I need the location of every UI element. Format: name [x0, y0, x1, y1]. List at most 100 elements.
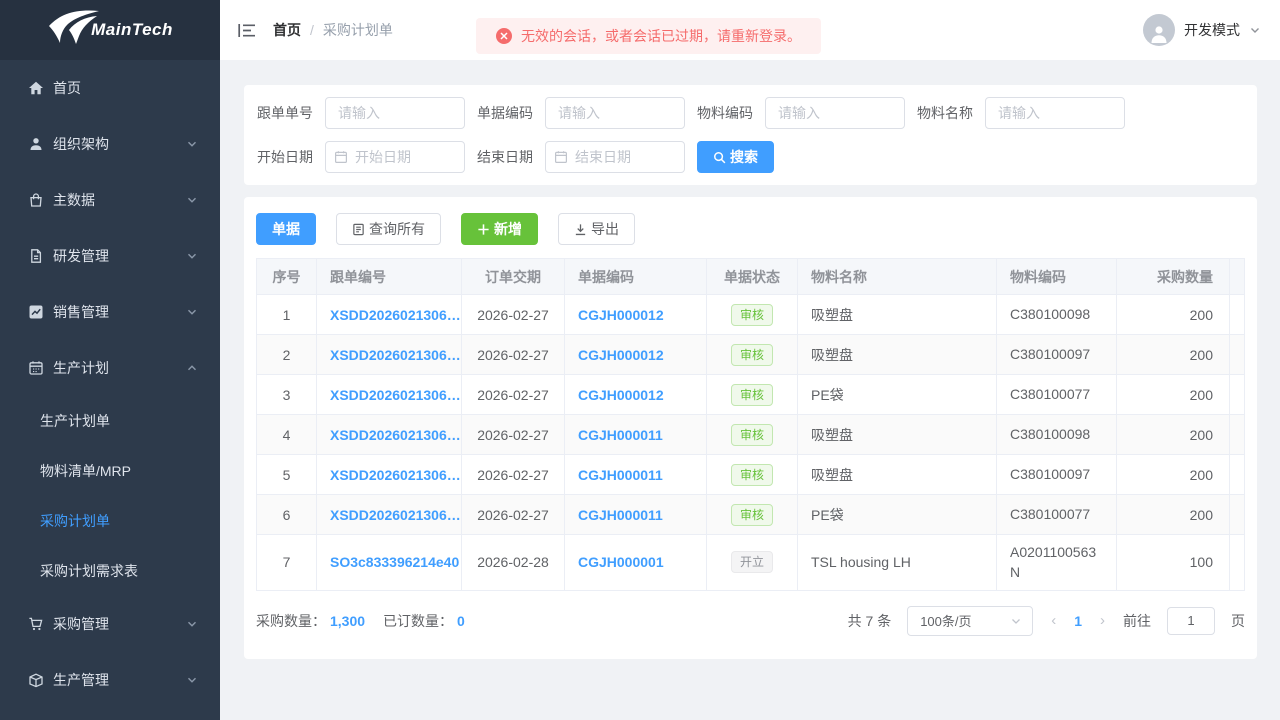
page-size-value: 100条/页 — [920, 611, 1010, 630]
doc-link[interactable]: CGJH000012 — [578, 347, 664, 363]
breadcrumb-separator: / — [310, 22, 314, 38]
sidebar-item-label: 销售管理 — [53, 302, 109, 322]
filter-label: 物料编码 — [697, 103, 753, 123]
text-input-2[interactable] — [765, 97, 905, 129]
tracking-link[interactable]: SO3c833396214e40 — [330, 554, 459, 570]
text-input-0[interactable] — [325, 97, 465, 129]
chevron-down-icon — [186, 306, 198, 318]
page-size-select[interactable]: 100条/页 — [907, 606, 1033, 636]
sidebar-item-label: 主数据 — [53, 190, 95, 210]
user-menu[interactable]: 开发模式 — [1143, 14, 1261, 46]
cell-tracking: SO3c833396214e40 — [317, 535, 462, 591]
cell-doc: CGJH000011 — [565, 495, 707, 535]
sidebar-item-4[interactable]: 销售管理 — [0, 284, 220, 340]
cell-index: 6 — [257, 495, 317, 535]
status-badge: 审核 — [731, 504, 773, 526]
tracking-link[interactable]: XSDD2026021306… — [330, 307, 461, 323]
sidebar-nav: 首页组织架构主数据研发管理销售管理生产计划生产计划单物料清单/MRP采购计划单采… — [0, 60, 220, 708]
tracking-link[interactable]: XSDD2026021306… — [330, 427, 461, 443]
bill-button-label: 单据 — [272, 219, 300, 239]
cell-qty: 200 — [1117, 295, 1230, 335]
date-placeholder: 结束日期 — [575, 147, 631, 167]
tracking-link[interactable]: XSDD2026021306… — [330, 347, 461, 363]
sidebar-subitem-5-3[interactable]: 采购计划需求表 — [0, 546, 220, 596]
date-input-5[interactable]: 结束日期 — [545, 141, 685, 173]
cart-icon — [28, 616, 44, 632]
chevron-up-icon — [186, 362, 198, 374]
doc-link[interactable]: CGJH000012 — [578, 387, 664, 403]
cell-qty: 200 — [1117, 335, 1230, 375]
status-badge: 开立 — [731, 551, 773, 573]
tracking-link[interactable]: XSDD2026021306… — [330, 387, 461, 403]
doc-link[interactable]: CGJH000011 — [578, 507, 663, 523]
sidebar-subitem-5-2[interactable]: 采购计划单 — [0, 496, 220, 546]
cell-code: A0201100563N — [997, 535, 1117, 591]
sidebar-subitem-5-1[interactable]: 物料清单/MRP — [0, 446, 220, 496]
cell-code: C380100077 — [997, 375, 1117, 415]
cell-index: 1 — [257, 295, 317, 335]
doc-link[interactable]: CGJH000011 — [578, 427, 663, 443]
goto-page-input[interactable] — [1167, 607, 1215, 635]
prev-page-button[interactable]: ‹ — [1049, 612, 1058, 629]
status-badge: 审核 — [731, 424, 773, 446]
sidebar-item-7[interactable]: 生产管理 — [0, 652, 220, 708]
filter-field-5: 结束日期 结束日期 — [477, 141, 685, 173]
sidebar-item-5[interactable]: 生产计划 — [0, 340, 220, 396]
sidebar-item-label: 研发管理 — [53, 246, 109, 266]
sidebar-item-0[interactable]: 首页 — [0, 60, 220, 116]
query-all-button[interactable]: 查询所有 — [336, 213, 441, 245]
chevron-down-icon — [186, 618, 198, 630]
add-button[interactable]: 新增 — [461, 213, 538, 245]
filter-label: 结束日期 — [477, 147, 533, 167]
filter-panel: 跟单单号单据编码物料编码物料名称开始日期开始日期结束日期结束日期搜索 — [244, 85, 1257, 185]
cell-doc: CGJH000012 — [565, 295, 707, 335]
search-icon — [713, 151, 726, 164]
cell-material: PE袋 — [798, 495, 997, 535]
session-error-alert: 无效的会话，或者会话已过期，请重新登录。 — [476, 18, 821, 54]
doc-link[interactable]: CGJH000011 — [578, 467, 663, 483]
tracking-link[interactable]: XSDD2026021306… — [330, 467, 461, 483]
alert-message: 无效的会话，或者会话已过期，请重新登录。 — [521, 26, 801, 46]
sidebar-item-1[interactable]: 组织架构 — [0, 116, 220, 172]
tracking-link[interactable]: XSDD2026021306… — [330, 507, 461, 523]
sidebar-fold-icon[interactable] — [238, 23, 256, 38]
text-input-3[interactable] — [985, 97, 1125, 129]
status-badge: 审核 — [731, 384, 773, 406]
sidebar-item-6[interactable]: 采购管理 — [0, 596, 220, 652]
text-input-1[interactable] — [545, 97, 685, 129]
table-row: 4XSDD2026021306…2026-02-27CGJH000011审核吸塑… — [257, 415, 1245, 455]
next-page-button[interactable]: › — [1098, 612, 1107, 629]
table-row: 3XSDD2026021306…2026-02-27CGJH000012审核PE… — [257, 375, 1245, 415]
sidebar-subitem-5-0[interactable]: 生产计划单 — [0, 396, 220, 446]
cell-doc: CGJH000001 — [565, 535, 707, 591]
bag-icon — [28, 192, 44, 208]
user-icon — [28, 136, 44, 152]
sidebar-subitem-label: 生产计划单 — [40, 411, 110, 431]
query-all-label: 查询所有 — [369, 219, 425, 239]
sidebar-item-3[interactable]: 研发管理 — [0, 228, 220, 284]
pagination: 共 7 条 100条/页 ‹ 1 › 前往 页 — [848, 606, 1245, 636]
search-button[interactable]: 搜索 — [697, 141, 774, 173]
chevron-down-icon — [186, 250, 198, 262]
column-header-5: 物料名称 — [798, 259, 997, 295]
cell-material: 吸塑盘 — [798, 295, 997, 335]
doc-link[interactable]: CGJH000012 — [578, 307, 664, 323]
filter-form: 跟单单号单据编码物料编码物料名称开始日期开始日期结束日期结束日期搜索 — [257, 97, 1244, 173]
current-page[interactable]: 1 — [1074, 613, 1082, 629]
sidebar-item-2[interactable]: 主数据 — [0, 172, 220, 228]
filter-label: 物料名称 — [917, 103, 973, 123]
ordered-qty-stat: 已订数量： 0 — [383, 611, 465, 631]
cell-tracking: XSDD2026021306… — [317, 455, 462, 495]
date-input-4[interactable]: 开始日期 — [325, 141, 465, 173]
filter-label: 单据编码 — [477, 103, 533, 123]
cell-doc: CGJH000011 — [565, 455, 707, 495]
bill-button[interactable]: 单据 — [256, 213, 316, 245]
cell-material: 吸塑盘 — [798, 415, 997, 455]
doc-link[interactable]: CGJH000001 — [578, 554, 664, 570]
cell-delivery: 2026-02-27 — [462, 335, 565, 375]
cell-qty: 200 — [1117, 415, 1230, 455]
breadcrumb-home[interactable]: 首页 — [273, 20, 301, 40]
cell-status: 审核 — [707, 295, 798, 335]
export-button[interactable]: 导出 — [558, 213, 635, 245]
sidebar-item-label: 生产管理 — [53, 670, 109, 690]
